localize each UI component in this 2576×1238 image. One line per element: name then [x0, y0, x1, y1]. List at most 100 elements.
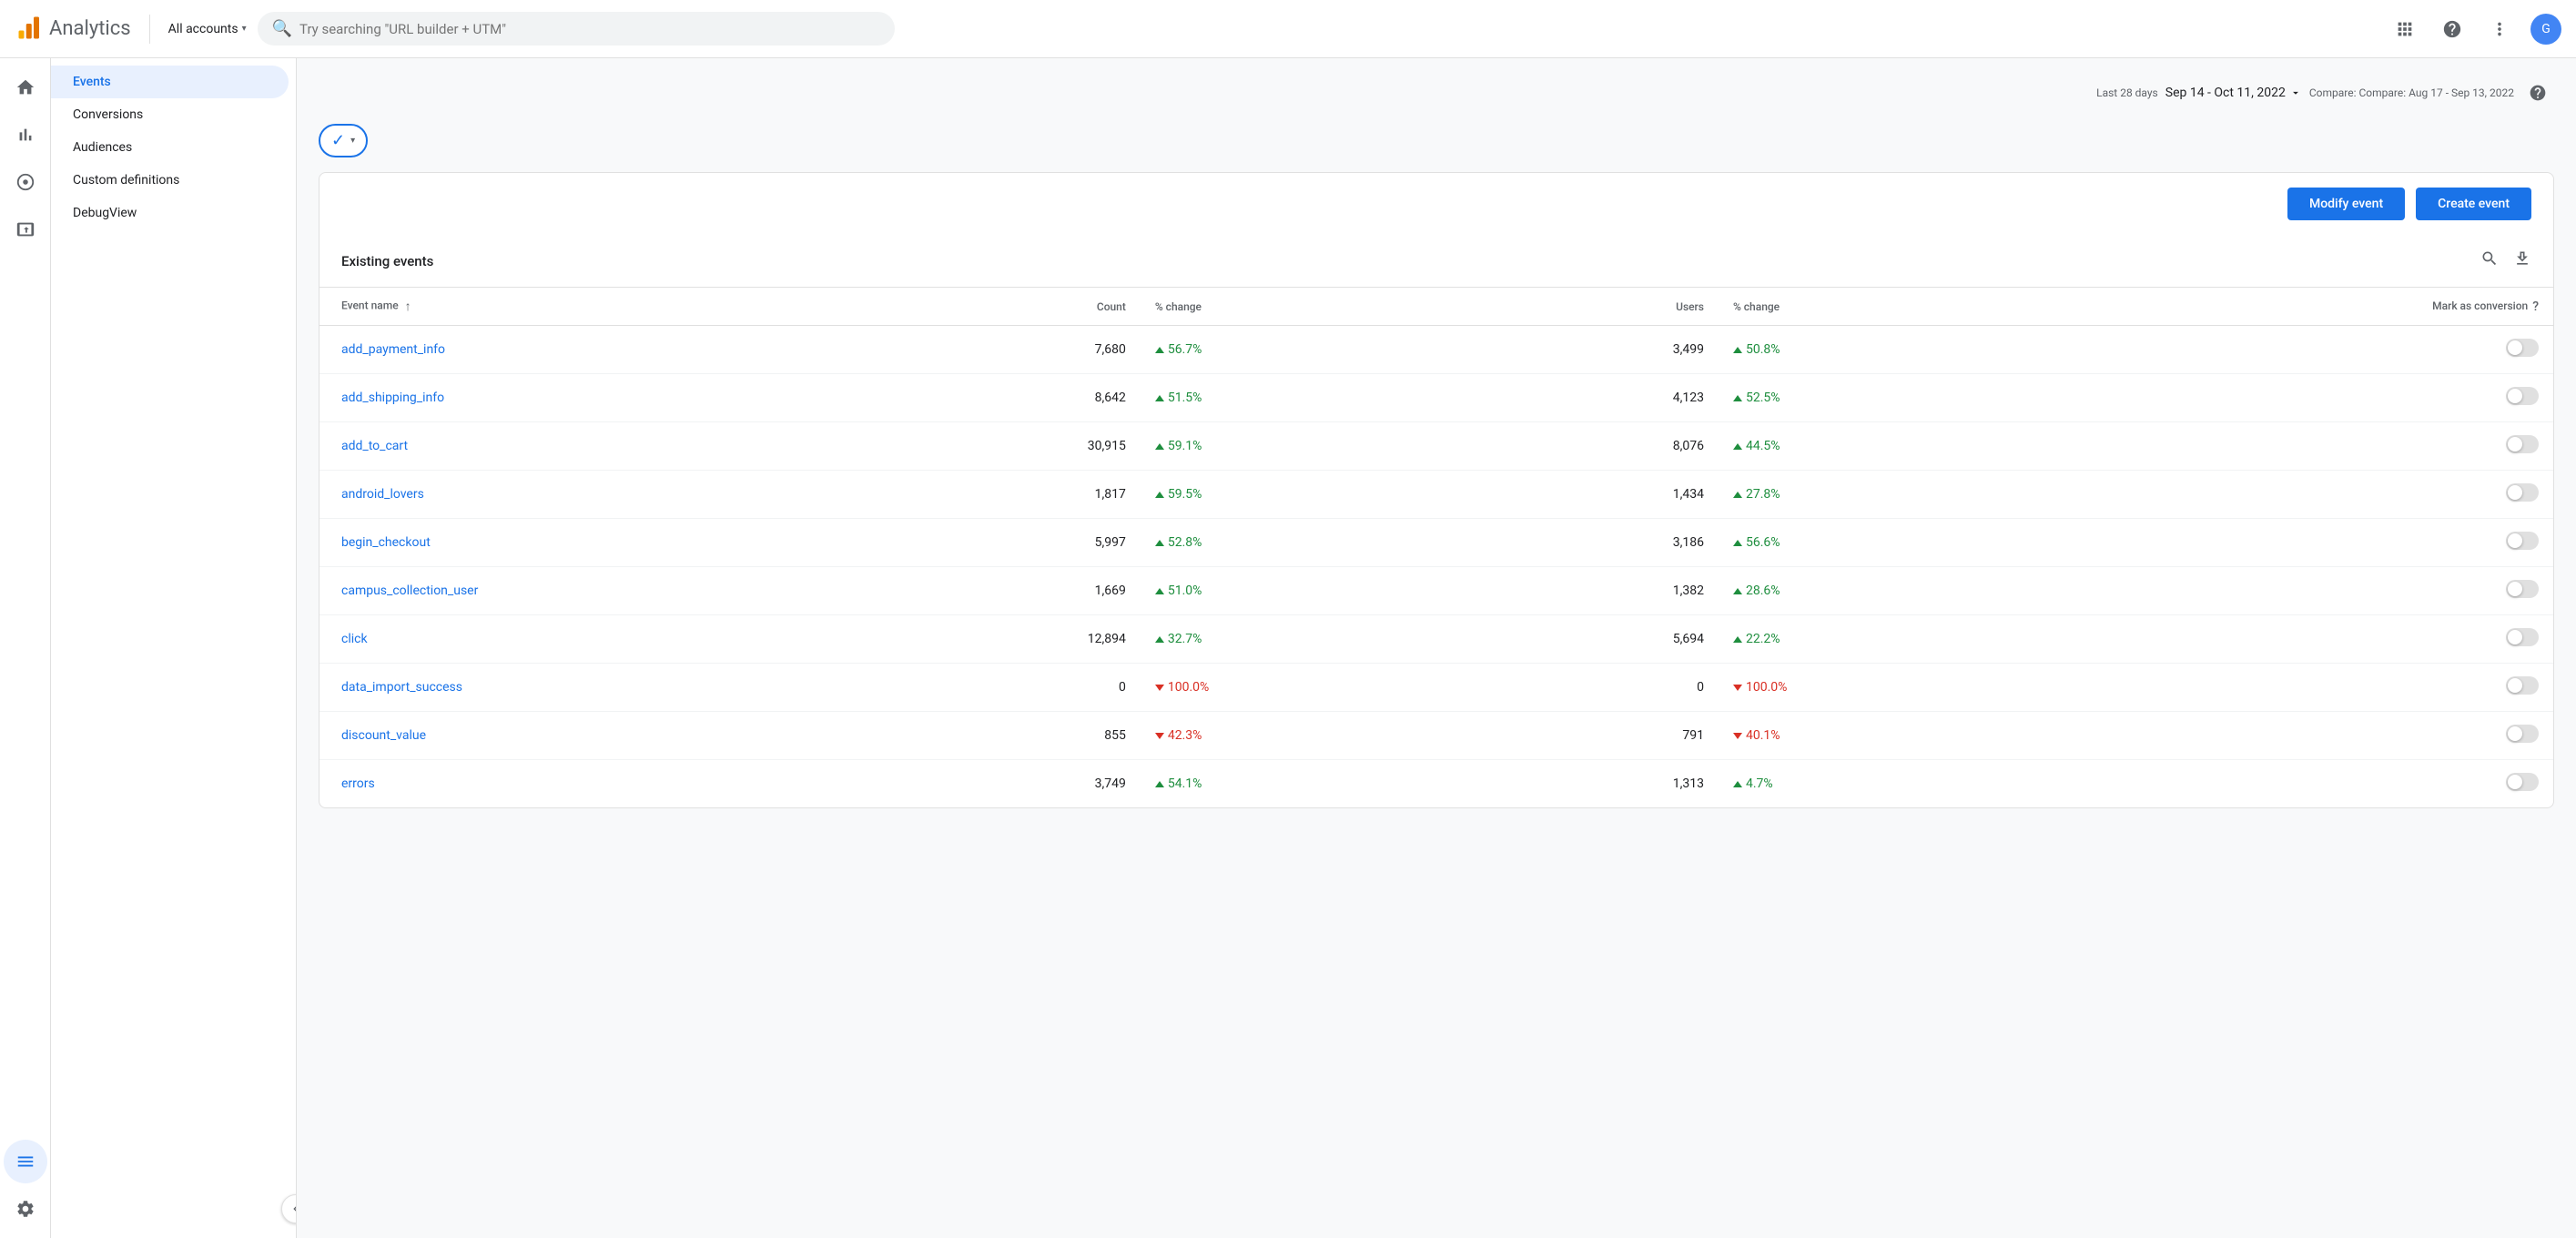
nav-item-custom-definitions[interactable]: Custom definitions [51, 164, 289, 197]
toggle-knob [2508, 485, 2522, 500]
cell-count: 855 [910, 712, 1141, 760]
cell-users-change: 4.7% [1719, 760, 2091, 808]
table-row: add_to_cart30,915 59.1%8,076 44.5% [319, 422, 2553, 471]
sidebar-icon-explore[interactable] [4, 160, 47, 204]
conversion-toggle[interactable] [2506, 580, 2539, 598]
sidebar-icon-admin[interactable] [4, 1140, 47, 1183]
col-header-event-name[interactable]: Event name ↑ [319, 288, 910, 326]
sidebar-icon-reports[interactable] [4, 113, 47, 157]
cell-event-name[interactable]: click [319, 615, 910, 664]
date-compare-info: Compare: Compare: Aug 17 - Sep 13, 2022 [2309, 86, 2514, 100]
toggle-knob [2508, 678, 2522, 693]
arrow-up-icon [1155, 347, 1164, 353]
table-download-icon[interactable] [2513, 249, 2531, 272]
all-accounts-label: All accounts [168, 22, 238, 36]
cell-conversion[interactable] [2091, 422, 2553, 471]
col-header-users: Users [1513, 288, 1719, 326]
conversion-toggle[interactable] [2506, 387, 2539, 405]
date-help-icon[interactable] [2521, 76, 2554, 109]
filter-button[interactable]: ✓ ▾ [319, 124, 368, 157]
conversion-toggle[interactable] [2506, 725, 2539, 743]
conversion-help-icon[interactable]: ? [2532, 299, 2539, 314]
modify-event-button[interactable]: Modify event [2287, 188, 2405, 220]
search-bar[interactable]: 🔍 [258, 12, 895, 46]
cell-event-name[interactable]: android_lovers [319, 471, 910, 519]
nav-item-events[interactable]: Events [51, 66, 289, 98]
change-indicator: 40.1% [1733, 728, 2076, 743]
all-accounts-selector[interactable]: All accounts ▾ [168, 22, 247, 36]
conversion-toggle[interactable] [2506, 483, 2539, 502]
table-search-icon[interactable] [2480, 249, 2499, 272]
cell-conversion[interactable] [2091, 374, 2553, 422]
cell-users: 4,123 [1513, 374, 1719, 422]
cell-event-name[interactable]: add_payment_info [319, 326, 910, 374]
cell-conversion[interactable] [2091, 567, 2553, 615]
sidebar-icon-advertising[interactable] [4, 208, 47, 251]
cell-users-change: 52.5% [1719, 374, 2091, 422]
sidebar-collapse-button[interactable] [281, 1194, 297, 1223]
date-range-picker[interactable]: Sep 14 - Oct 11, 2022 [2165, 86, 2302, 100]
nav-item-conversions[interactable]: Conversions [51, 98, 289, 131]
cell-conversion[interactable] [2091, 519, 2553, 567]
events-table-body: add_payment_info7,680 56.7%3,499 50.8% a… [319, 326, 2553, 808]
date-compare-label: Compare: [2309, 86, 2359, 99]
cell-count-change: 52.8% [1141, 519, 1513, 567]
cell-event-name[interactable]: data_import_success [319, 664, 910, 712]
cell-count-change: 32.7% [1141, 615, 1513, 664]
cell-conversion[interactable] [2091, 326, 2553, 374]
conversion-toggle[interactable] [2506, 773, 2539, 791]
apps-icon[interactable] [2388, 13, 2421, 46]
arrow-up-icon [1155, 781, 1164, 787]
change-indicator: 22.2% [1733, 632, 2076, 646]
change-indicator: 4.7% [1733, 776, 2076, 791]
create-event-button[interactable]: Create event [2416, 188, 2531, 220]
user-avatar[interactable]: G [2530, 14, 2561, 45]
nav-label-custom-definitions: Custom definitions [73, 173, 179, 188]
cell-event-name[interactable]: discount_value [319, 712, 910, 760]
table-section-title: Existing events [341, 253, 433, 269]
cell-conversion[interactable] [2091, 760, 2553, 808]
main-content: Last 28 days Sep 14 - Oct 11, 2022 Compa… [297, 58, 2576, 1238]
filter-bar: ✓ ▾ [319, 124, 2554, 157]
table-row: campus_collection_user1,669 51.0%1,382 2… [319, 567, 2553, 615]
cell-event-name[interactable]: campus_collection_user [319, 567, 910, 615]
cell-count-change: 59.1% [1141, 422, 1513, 471]
col-header-users-change: % change [1719, 288, 2091, 326]
topbar: Analytics All accounts ▾ 🔍 G [0, 0, 2576, 58]
cell-users-change: 50.8% [1719, 326, 2091, 374]
more-options-icon[interactable] [2483, 13, 2516, 46]
conversion-toggle[interactable] [2506, 676, 2539, 695]
col-header-conversion: Mark as conversion ? [2091, 288, 2553, 326]
cell-users-change: 40.1% [1719, 712, 2091, 760]
conversion-toggle[interactable] [2506, 339, 2539, 357]
table-row: add_payment_info7,680 56.7%3,499 50.8% [319, 326, 2553, 374]
table-row: add_shipping_info8,642 51.5%4,123 52.5% [319, 374, 2553, 422]
cell-event-name[interactable]: errors [319, 760, 910, 808]
arrow-up-icon [1733, 540, 1742, 546]
cell-conversion[interactable] [2091, 471, 2553, 519]
search-input[interactable] [299, 21, 880, 37]
nav-item-debugview[interactable]: DebugView [51, 197, 289, 229]
cell-event-name[interactable]: add_shipping_info [319, 374, 910, 422]
cell-conversion[interactable] [2091, 712, 2553, 760]
nav-label-audiences: Audiences [73, 140, 132, 155]
conversion-toggle[interactable] [2506, 628, 2539, 646]
cell-count: 30,915 [910, 422, 1141, 471]
cell-users-change: 100.0% [1719, 664, 2091, 712]
conversion-toggle[interactable] [2506, 435, 2539, 453]
all-accounts-chevron: ▾ [242, 24, 247, 34]
cell-event-name[interactable]: begin_checkout [319, 519, 910, 567]
conversion-toggle[interactable] [2506, 532, 2539, 550]
cell-conversion[interactable] [2091, 664, 2553, 712]
help-icon[interactable] [2436, 13, 2469, 46]
cell-count-change: 51.0% [1141, 567, 1513, 615]
nav-item-audiences[interactable]: Audiences [51, 131, 289, 164]
sidebar-icon-home[interactable] [4, 66, 47, 109]
sidebar-icon-settings[interactable] [4, 1187, 47, 1231]
cell-conversion[interactable] [2091, 615, 2553, 664]
filter-dropdown-icon: ▾ [350, 136, 355, 146]
cell-count: 5,997 [910, 519, 1141, 567]
arrow-up-icon [1155, 492, 1164, 498]
cell-event-name[interactable]: add_to_cart [319, 422, 910, 471]
toggle-knob [2508, 726, 2522, 741]
